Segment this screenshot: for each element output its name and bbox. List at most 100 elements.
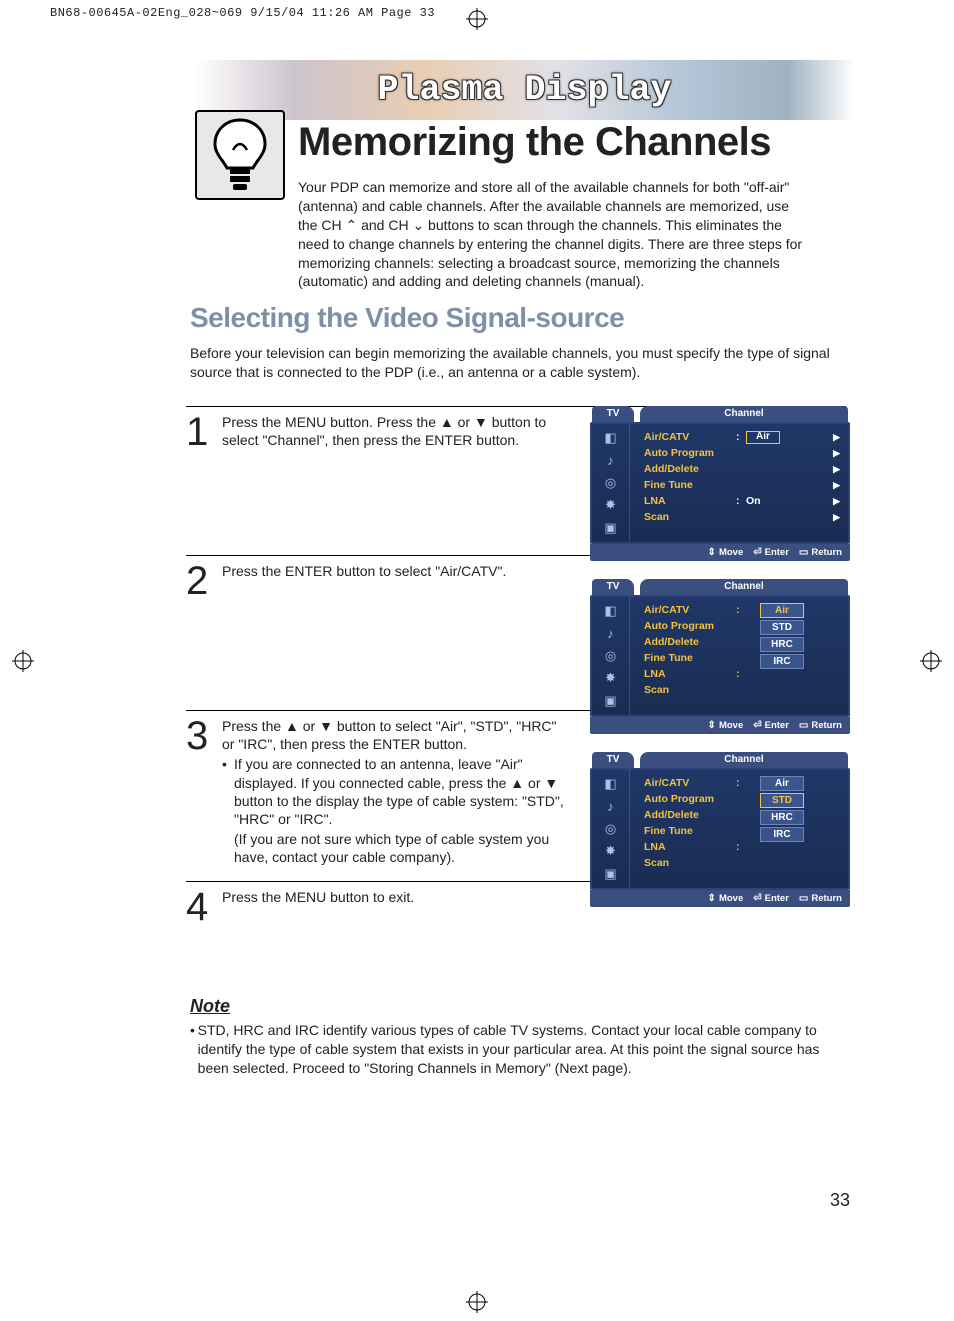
osd-icon-column: ◧ ♪ ◎ ✸ ▣	[592, 424, 630, 542]
chevron-right-icon: ▶	[833, 512, 840, 523]
step-line: Press the ▲ or ▼ button to select "Air",…	[222, 717, 564, 753]
chevron-right-icon: ▶	[833, 464, 840, 475]
step-text: Press the ▲ or ▼ button to select "Air",…	[222, 717, 564, 877]
osd-footer: ⇕Move ⏎ Enter ▭Return	[590, 544, 850, 561]
footer-label: Enter	[765, 547, 789, 558]
footer-label: Move	[719, 547, 743, 558]
menu-item: Fine Tune	[644, 825, 736, 837]
step-bullet: If you are connected to an antenna, leav…	[222, 755, 564, 828]
chevron-right-icon: ▶	[833, 448, 840, 459]
osd-menu: Air/CATV:Air▶ Auto Program▶ Add/Delete▶ …	[630, 424, 848, 542]
osd-tab-channel: Channel	[640, 752, 848, 768]
step-number: 2	[186, 562, 222, 706]
picture-icon: ◧	[592, 427, 629, 449]
note-title: Note	[190, 996, 842, 1017]
footer-label: Return	[811, 547, 842, 558]
osd-tab-channel: Channel	[640, 579, 848, 595]
enter-icon: ⏎	[753, 893, 761, 904]
channel-icon: ◎	[592, 818, 629, 840]
return-icon: ▭	[799, 547, 808, 558]
option-irc: IRC	[760, 827, 804, 842]
picture-icon: ◧	[592, 600, 629, 622]
osd-screenshot-2: TV Channel ◧ ♪ ◎ ✸ ▣ Air/CATV: Auto Prog…	[590, 579, 850, 734]
menu-item: Scan	[644, 684, 736, 696]
menu-item: Auto Program	[644, 447, 736, 459]
chevron-right-icon: ▶	[833, 432, 840, 443]
chevron-right-icon: ▶	[833, 480, 840, 491]
menu-value: Air	[746, 431, 780, 444]
chevron-right-icon: ▶	[833, 496, 840, 507]
osd-menu: Air/CATV: Auto Program Add/Delete Fine T…	[630, 770, 848, 888]
page-title: Memorizing the Channels	[298, 120, 771, 165]
option-air: Air	[760, 603, 804, 618]
crop-mark-icon	[466, 8, 488, 30]
menu-item: Auto Program	[644, 620, 736, 632]
move-icon: ⇕	[708, 547, 716, 558]
osd-tab-tv: TV	[592, 406, 634, 422]
osd-footer: ⇕Move ⏎Enter ▭Return	[590, 717, 850, 734]
osd-tab-tv: TV	[592, 579, 634, 595]
crop-mark-icon	[12, 650, 34, 672]
option-air: Air	[760, 776, 804, 791]
menu-item: Add/Delete	[644, 636, 736, 648]
print-header: BN68-00645A-02Eng_028~069 9/15/04 11:26 …	[50, 6, 435, 20]
option-hrc: HRC	[760, 637, 804, 652]
crop-mark-icon	[466, 1291, 488, 1313]
page-number: 33	[830, 1190, 850, 1211]
move-icon: ⇕	[708, 893, 716, 904]
bullet-icon: •	[190, 1021, 198, 1078]
footer-label: Return	[811, 720, 842, 731]
osd-option-list: Air STD HRC IRC	[760, 603, 804, 671]
step-number: 4	[186, 888, 222, 924]
note-block: Note • STD, HRC and IRC identify various…	[190, 996, 842, 1078]
sound-icon: ♪	[592, 795, 629, 817]
osd-icon-column: ◧ ♪ ◎ ✸ ▣	[592, 597, 630, 715]
sound-icon: ♪	[592, 449, 629, 471]
osd-tab-channel: Channel	[640, 406, 848, 422]
menu-item: Add/Delete	[644, 809, 736, 821]
menu-item: Auto Program	[644, 793, 736, 805]
return-icon: ▭	[799, 893, 808, 904]
section-intro: Before your television can begin memoriz…	[190, 344, 842, 382]
channel-icon: ◎	[592, 645, 629, 667]
picture-icon: ◧	[592, 773, 629, 795]
footer-label: Enter	[765, 893, 789, 904]
osd-icon-column: ◧ ♪ ◎ ✸ ▣	[592, 770, 630, 888]
osd-tab-tv: TV	[592, 752, 634, 768]
menu-item: LNA	[644, 668, 736, 680]
pip-icon: ▣	[592, 517, 629, 539]
menu-item: Add/Delete	[644, 463, 736, 475]
osd-menu: Air/CATV: Auto Program Add/Delete Fine T…	[630, 597, 848, 715]
footer-label: Return	[811, 893, 842, 904]
menu-item: Air/CATV	[644, 777, 736, 789]
move-icon: ⇕	[708, 720, 716, 731]
footer-label: Enter	[765, 720, 789, 731]
step-text: Press the ENTER button to select "Air/CA…	[222, 562, 564, 706]
enter-icon: ⏎	[753, 720, 761, 731]
enter-icon: ⏎	[753, 547, 761, 558]
sound-icon: ♪	[592, 622, 629, 644]
footer-label: Move	[719, 720, 743, 731]
step-number: 1	[186, 413, 222, 551]
option-std: STD	[760, 620, 804, 635]
option-irc: IRC	[760, 654, 804, 669]
menu-item: LNA	[644, 495, 736, 507]
menu-item: Scan	[644, 511, 736, 523]
option-std: STD	[760, 793, 804, 808]
osd-screenshot-1: TV Channel ◧ ♪ ◎ ✸ ▣ Air/CATV:Air▶ Auto …	[590, 406, 850, 561]
setup-icon: ✸	[592, 494, 629, 516]
osd-screenshot-3: TV Channel ◧ ♪ ◎ ✸ ▣ Air/CATV: Auto Prog…	[590, 752, 850, 907]
step-text: Press the MENU button to exit.	[222, 888, 564, 924]
menu-item: Air/CATV	[644, 604, 736, 616]
step-text: Press the MENU button. Press the ▲ or ▼ …	[222, 413, 564, 551]
setup-icon: ✸	[592, 840, 629, 862]
setup-icon: ✸	[592, 667, 629, 689]
step-number: 3	[186, 717, 222, 877]
option-hrc: HRC	[760, 810, 804, 825]
menu-item: LNA	[644, 841, 736, 853]
menu-item: Scan	[644, 857, 736, 869]
footer-label: Move	[719, 893, 743, 904]
menu-item: Fine Tune	[644, 479, 736, 491]
banner-title: Plasma Display	[377, 70, 671, 110]
menu-item: Air/CATV	[644, 431, 736, 443]
